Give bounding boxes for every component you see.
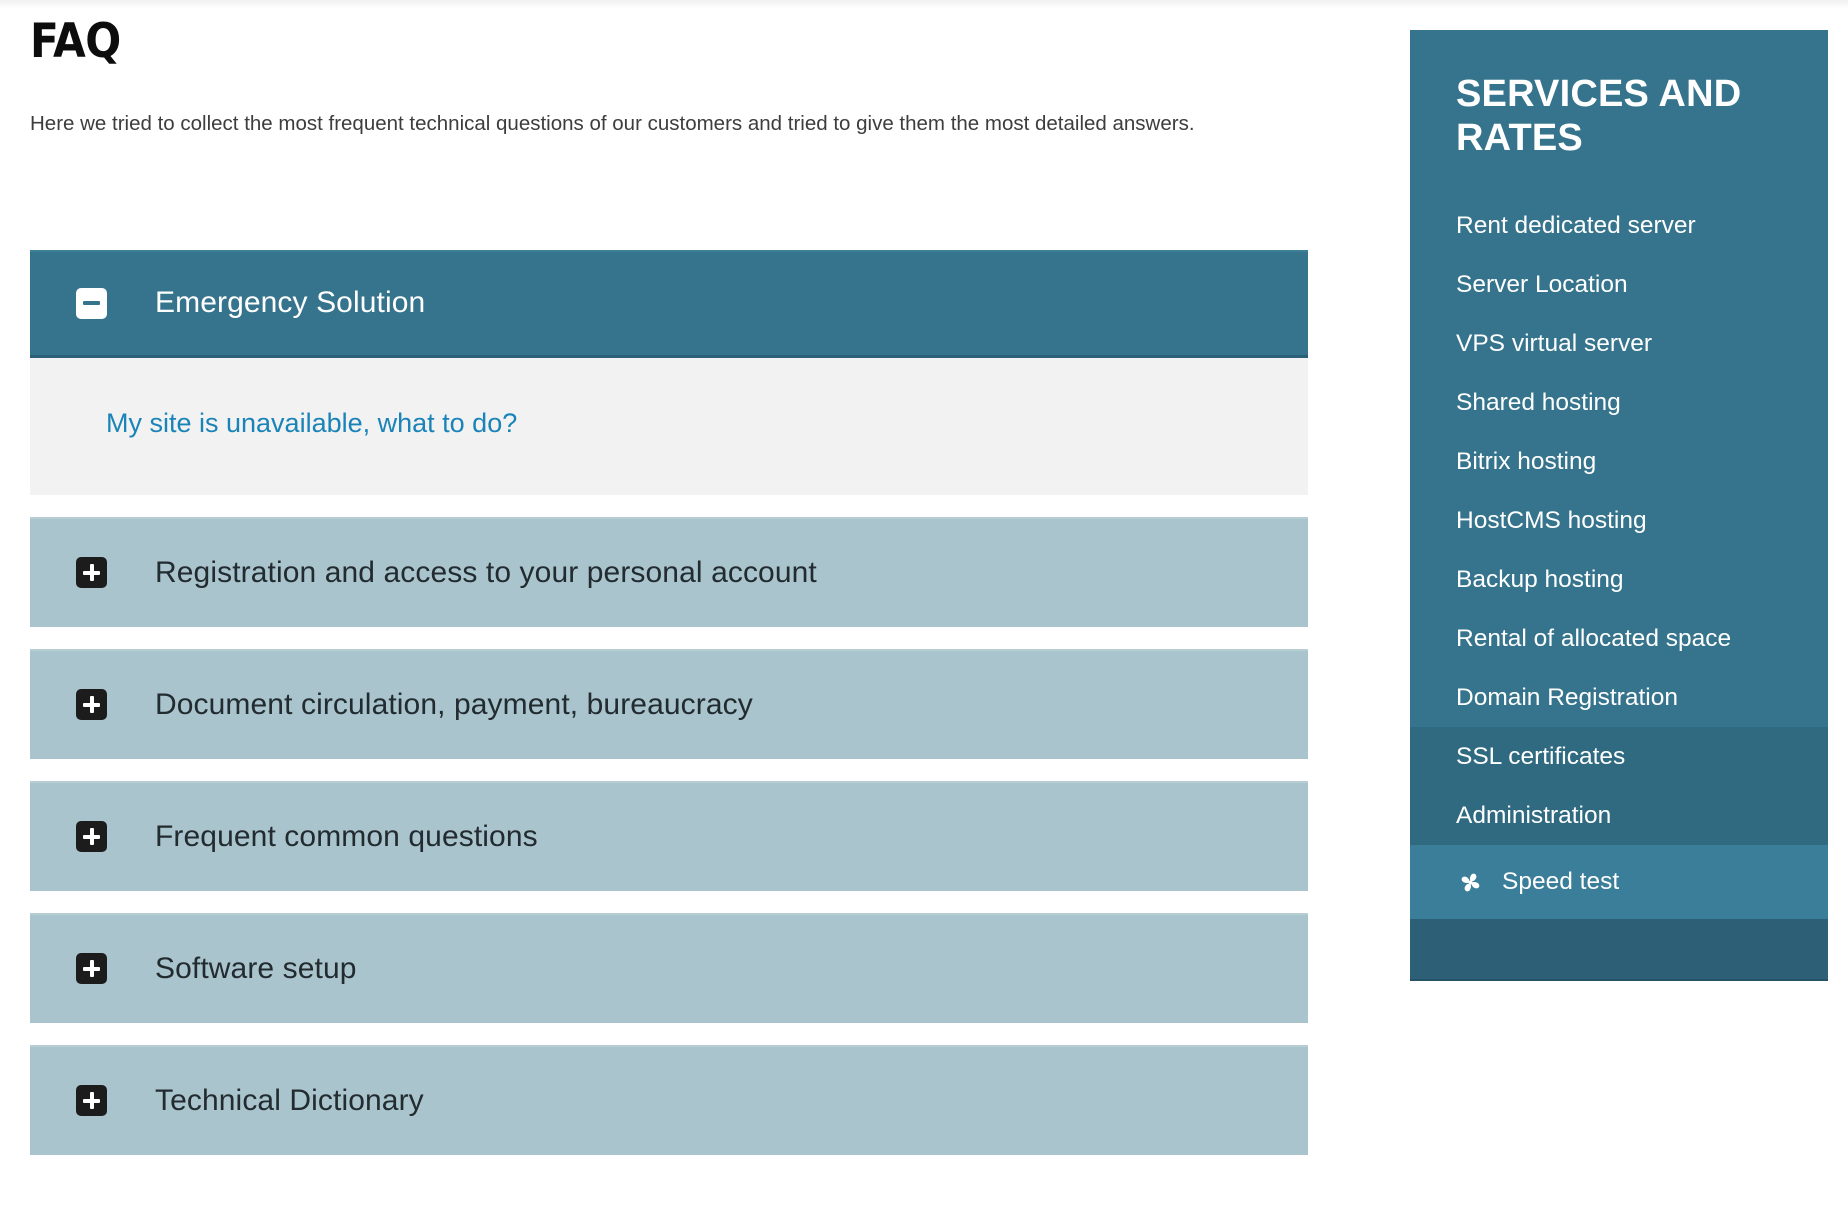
services-sidebar: SERVICES AND RATES Rent dedicated server… [1410, 30, 1828, 982]
sidebar-item-administration[interactable]: Administration [1410, 786, 1828, 846]
accordion-gap [30, 1022, 1308, 1045]
sidebar-item-label: VPS virtual server [1456, 329, 1653, 357]
accordion-title: Registration and access to your personal… [155, 555, 817, 589]
accordion-title: Software setup [155, 951, 357, 985]
sidebar-item-label: Shared hosting [1456, 388, 1621, 416]
sidebar-item-label: Speed test [1502, 868, 1620, 896]
sidebar-item-label: Bitrix hosting [1456, 447, 1597, 475]
plus-icon[interactable] [76, 953, 107, 985]
sidebar-item-rental-of-allocated-space[interactable]: Rental of allocated space [1410, 609, 1828, 668]
sidebar-nav: Rent dedicated server Server Location VP… [1410, 176, 1828, 920]
faq-page: FAQ Here we tried to collect the most fr… [0, 0, 1848, 1216]
sidebar-item-label: Server Location [1456, 270, 1628, 298]
accordion-title: Emergency Solution [155, 286, 426, 320]
faq-question-link[interactable]: My site is unavailable, what to do? [106, 408, 517, 438]
accordion-body-emergency-solution: My site is unavailable, what to do? [30, 357, 1308, 495]
faq-accordion: Emergency Solution My site is unavailabl… [30, 249, 1308, 1155]
accordion-header-technical-dictionary[interactable]: Technical Dictionary [30, 1044, 1308, 1155]
accordion-gap [30, 890, 1308, 913]
sidebar-item-vps-virtual-server[interactable]: VPS virtual server [1410, 314, 1828, 373]
sidebar-item-speed-test[interactable]: Speed test [1410, 845, 1828, 920]
accordion-title: Technical Dictionary [155, 1083, 424, 1117]
plus-icon[interactable] [76, 557, 107, 589]
accordion-title: Frequent common questions [155, 819, 538, 853]
accordion-header-frequent-questions[interactable]: Frequent common questions [30, 780, 1308, 891]
sidebar-item-hostcms-hosting[interactable]: HostCMS hosting [1410, 491, 1828, 550]
accordion-item-software-setup: Software setup [30, 912, 1308, 1023]
sidebar-item-label: Backup hosting [1456, 565, 1624, 593]
accordion-header-software-setup[interactable]: Software setup [30, 912, 1308, 1023]
accordion-header-registration[interactable]: Registration and access to your personal… [30, 516, 1308, 627]
sidebar-footer [1410, 919, 1828, 982]
accordion-item-registration: Registration and access to your personal… [30, 516, 1308, 627]
plus-icon[interactable] [76, 1085, 107, 1117]
plus-icon[interactable] [76, 689, 107, 721]
accordion-header-emergency-solution[interactable]: Emergency Solution [30, 249, 1308, 358]
intro-paragraph: Here we tried to collect the most freque… [30, 111, 1195, 135]
sidebar-item-rent-dedicated-server[interactable]: Rent dedicated server [1410, 196, 1828, 255]
accordion-item-frequent-questions: Frequent common questions [30, 780, 1308, 891]
sidebar-title: SERVICES AND RATES [1456, 73, 1742, 160]
plus-icon[interactable] [76, 821, 107, 853]
sidebar-item-bitrix-hosting[interactable]: Bitrix hosting [1410, 432, 1828, 491]
sidebar-item-label: SSL certificates [1456, 742, 1626, 770]
sidebar-item-label: Rental of allocated space [1456, 624, 1732, 652]
sidebar-item-shared-hosting[interactable]: Shared hosting [1410, 373, 1828, 432]
sidebar-item-label: HostCMS hosting [1456, 506, 1647, 534]
sidebar-item-server-location[interactable]: Server Location [1410, 255, 1828, 314]
sidebar-item-backup-hosting[interactable]: Backup hosting [1410, 550, 1828, 609]
sidebar-item-label: Administration [1456, 801, 1612, 829]
sidebar-item-domain-registration[interactable]: Domain Registration [1410, 668, 1828, 727]
accordion-gap [30, 626, 1308, 649]
minus-icon[interactable] [76, 287, 107, 319]
sidebar-item-label: Domain Registration [1456, 683, 1678, 711]
accordion-gap [30, 758, 1308, 781]
accordion-title: Document circulation, payment, bureaucra… [155, 687, 753, 721]
sidebar-item-label: Rent dedicated server [1456, 211, 1696, 239]
main-content: FAQ Here we tried to collect the most fr… [0, 0, 1340, 1155]
sidebar-item-ssl-certificates[interactable]: SSL certificates [1410, 727, 1828, 787]
accordion-item-document-circulation: Document circulation, payment, bureaucra… [30, 648, 1308, 759]
accordion-item-technical-dictionary: Technical Dictionary [30, 1044, 1308, 1155]
fan-icon [1456, 868, 1485, 897]
accordion-item-emergency-solution: Emergency Solution My site is unavailabl… [30, 249, 1308, 495]
accordion-header-document-circulation[interactable]: Document circulation, payment, bureaucra… [30, 648, 1308, 759]
accordion-gap [30, 494, 1308, 517]
page-title: FAQ [30, 14, 121, 69]
